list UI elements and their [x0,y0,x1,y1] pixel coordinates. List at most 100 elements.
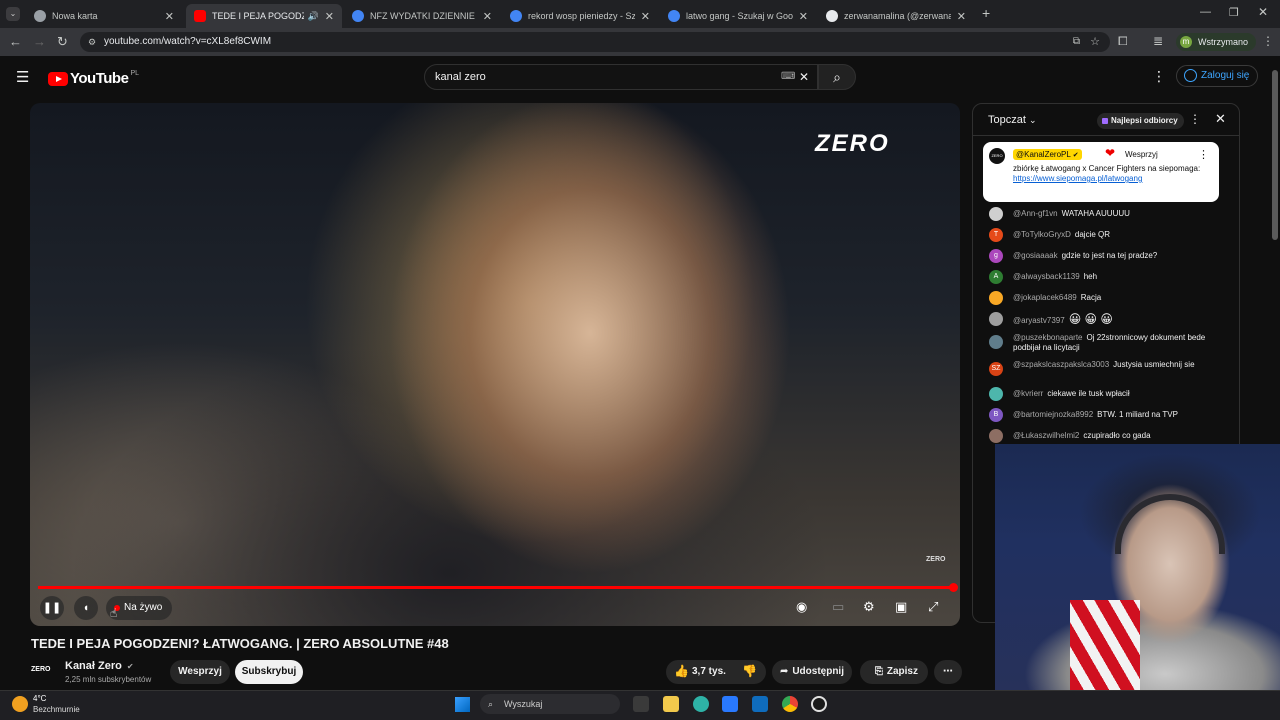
edge-icon[interactable] [693,696,709,712]
verified-icon: ✔ [1072,152,1079,159]
search-input[interactable]: kanal zero ⌨ ✕ [424,64,818,90]
pinned-menu-icon[interactable]: ⋮ [1198,148,1209,161]
video-player[interactable] [30,103,960,626]
browser-tab-5[interactable]: zerwanamalina (@zerwanamali ✕ [818,4,974,28]
close-tab-icon[interactable]: ✕ [165,10,174,23]
minimize-icon[interactable]: — [1200,6,1211,18]
search-button[interactable]: ⌕ [818,64,856,90]
pinned-link[interactable]: https://www.siepomaga.pl/latwogang [1013,174,1142,183]
progress-bar[interactable] [38,583,958,592]
close-tab-icon[interactable]: ✕ [483,10,492,23]
chat-menu-icon[interactable]: ⋮ [1189,112,1201,126]
message-author[interactable]: @jokaplacek6489 [1013,293,1077,302]
tab-title: zerwanamalina (@zerwanamali [844,11,951,21]
subtitles-icon[interactable]: ▭ [832,599,844,615]
opera-gx-icon[interactable] [811,696,827,712]
reload-icon[interactable]: ↻ [57,34,68,50]
close-tab-icon[interactable]: ✕ [325,10,334,23]
pinned-author-avatar: ZERO [989,148,1005,164]
taskbar-search-input[interactable]: ⌕ Wyszukaj [480,694,620,714]
progress-fill [38,586,954,589]
store-icon[interactable] [722,696,738,712]
chat-message: @kvrierr ciekawe ile tusk wpłacił [987,387,1223,401]
weather-temperature[interactable]: 4°C [33,694,46,703]
profile-button[interactable]: m Wstrzymano [1176,33,1257,51]
tab-search-icon[interactable]: ⌄ [6,7,20,21]
message-author[interactable]: @puszekbonaparte [1013,333,1083,342]
browser-menu-icon[interactable]: ⋮ [1262,34,1274,48]
close-tab-icon[interactable]: ✕ [799,10,808,23]
weather-icon[interactable] [12,696,28,712]
channel-avatar[interactable]: ZERO [31,662,55,678]
install-app-icon[interactable]: ⧉ [1073,32,1080,52]
channel-name[interactable]: Kanał Zero ✔ [65,660,134,672]
search-query: kanal zero [435,71,486,83]
pause-icon: ❚❚ [42,602,62,614]
pinned-author[interactable]: @KanalZeroPL ✔ [1013,149,1082,160]
page-scrollbar[interactable] [1272,70,1278,240]
mute-button[interactable]: ◖ [74,596,98,620]
clear-search-icon[interactable]: ✕ [799,65,809,89]
bookmark-star-icon[interactable]: ☆ [1090,32,1100,52]
message-author[interactable]: @bartomiejnozka8992 [1013,410,1093,419]
address-bar[interactable]: ⚙ youtube.com/watch?v=cXL8ef8CWIM ⧉ ☆ [80,32,1110,52]
pause-button[interactable]: ❚❚ [40,596,64,620]
message-author[interactable]: @szpakslcaszpakslca3003 [1013,360,1109,369]
message-author[interactable]: @aryastv7397 [1013,316,1065,325]
chrome-icon[interactable] [782,696,798,712]
audio-playing-icon[interactable]: 🔊 [308,11,319,22]
browser-tab-3[interactable]: rekord wosp pieniedzy - Szukaj ✕ [502,4,658,28]
sign-in-button[interactable]: Zaloguj się [1176,65,1259,87]
reading-list-icon[interactable]: ≣ [1153,34,1163,48]
back-icon[interactable]: ← [9,34,22,49]
youtube-logo[interactable]: YouTube PL [48,70,139,87]
dislike-icon[interactable]: 👎 [742,664,757,678]
message-author[interactable]: @kvrierr [1013,389,1043,398]
browser-tab-1[interactable]: TEDE I PEJA POGODZENI? Ł 🔊 ✕ [186,4,342,28]
tab-title: rekord wosp pieniedzy - Szukaj [528,11,635,21]
close-window-icon[interactable]: ✕ [1258,5,1268,19]
more-actions-button[interactable]: ⋯ [934,660,962,684]
user-avatar: g [989,249,1003,263]
tiktok-icon [826,10,838,22]
new-tab-button[interactable]: + [982,5,990,21]
autoplay-toggle-icon[interactable]: ◉ [796,599,807,615]
site-info-icon[interactable]: ⚙ [88,32,96,52]
file-explorer-icon[interactable] [663,696,679,712]
subscribe-button[interactable]: Subskrybuj [235,660,303,684]
theater-mode-icon[interactable]: ▣ [895,599,907,615]
user-avatar: B [989,408,1003,422]
message-author[interactable]: @gosiaaaak [1013,251,1058,260]
like-icon[interactable]: 👍 [674,664,689,678]
message-author[interactable]: @alwaysback1139 [1013,272,1080,281]
browser-tab-0[interactable]: Nowa karta ✕ [26,4,182,28]
pinned-message[interactable]: ZERO @KanalZeroPL ✔ ❤ Wesprzyj ⋮ zbiórkę… [983,142,1219,202]
chat-mode-dropdown[interactable]: Topczat ⌄ [988,114,1037,126]
progress-scrubber[interactable] [949,583,958,592]
keyboard-icon[interactable]: ⌨ [781,65,795,89]
message-author[interactable]: @ToTylkoGryxD [1013,230,1071,239]
save-button[interactable]: ⎘ Zapisz [860,660,928,684]
weather-description[interactable]: Bezchmurnie [33,705,80,714]
browser-tab-4[interactable]: latwo gang - Szukaj w Google ✕ [660,4,816,28]
task-view-icon[interactable] [633,696,649,712]
hamburger-menu-icon[interactable]: ☰ [16,68,29,86]
close-tab-icon[interactable]: ✕ [957,10,966,23]
message-author[interactable]: @Łukaszwilhelmi2 [1013,431,1079,440]
restore-icon[interactable]: ❐ [1229,6,1239,19]
settings-gear-icon[interactable]: ⚙ [863,599,875,615]
extensions-icon[interactable]: ⧠ [1118,34,1128,49]
message-author[interactable]: @Ann-gf1vn [1013,209,1058,218]
forward-icon[interactable]: → [33,34,46,49]
close-chat-icon[interactable]: ✕ [1215,111,1226,127]
fullscreen-icon[interactable]: ⤢ [928,599,938,615]
share-button[interactable]: ➦ Udostępnij [772,660,852,684]
support-button[interactable]: Wesprzyj [170,660,230,684]
close-tab-icon[interactable]: ✕ [641,10,650,23]
browser-tab-2[interactable]: NFZ WYDATKI DZIENNIE - Szuk ✕ [344,4,500,28]
top-donors-badge[interactable]: Najlepsi odbiorcy [1097,113,1184,129]
outlook-icon[interactable] [752,696,768,712]
like-count[interactable]: 3,7 tys. [692,660,726,684]
start-menu-icon[interactable] [455,697,470,712]
settings-menu-icon[interactable]: ⋮ [1152,68,1166,85]
